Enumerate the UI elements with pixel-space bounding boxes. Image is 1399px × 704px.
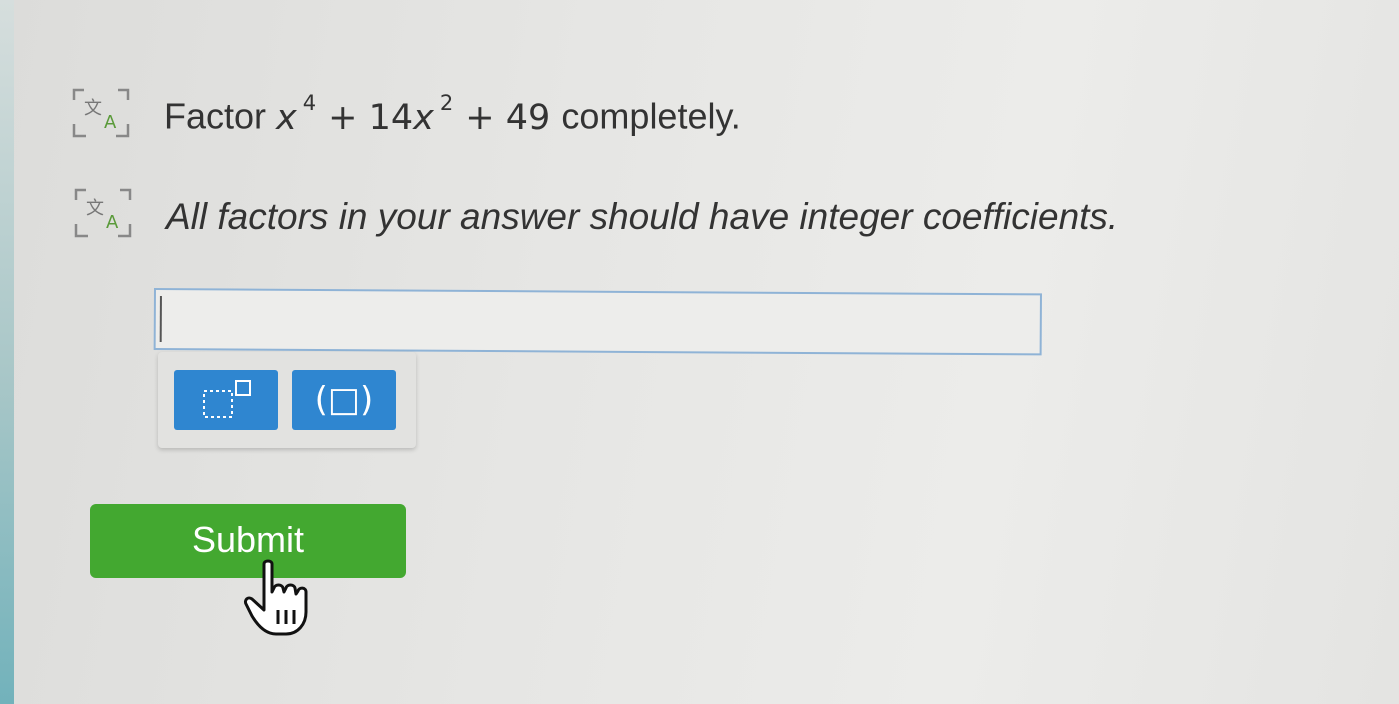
svg-text:A: A	[106, 212, 119, 233]
svg-text:文: 文	[86, 198, 104, 219]
text-caret	[159, 296, 162, 343]
variable-x: x	[413, 97, 434, 138]
svg-text:文: 文	[84, 98, 102, 119]
coefficient-14: 14	[368, 97, 414, 138]
submit-label: Submit	[191, 518, 305, 560]
constant-49: 49	[505, 97, 551, 138]
question-suffix: completely.	[561, 95, 741, 137]
plus-sign: +	[465, 97, 495, 138]
exponent-button[interactable]	[174, 370, 278, 430]
instruction-text: All factors in your answer should have i…	[166, 196, 1119, 237]
parentheses-button[interactable]: (□)	[292, 370, 396, 430]
svg-text:A: A	[104, 112, 117, 133]
answer-input[interactable]	[153, 288, 1042, 356]
hand-pointer-icon	[244, 559, 308, 636]
translate-icon[interactable]: 文 A	[72, 186, 134, 240]
exponent-2: 2	[439, 91, 454, 115]
left-edge-strip	[0, 0, 14, 704]
polynomial-expression: x 4 + 14x 2 + 49	[276, 91, 561, 138]
variable-x: x	[276, 97, 297, 138]
translate-icon[interactable]: 文 A	[70, 86, 132, 140]
question-prefix: Factor	[164, 95, 267, 137]
exponent-template-icon	[203, 380, 251, 418]
question-text: Factor x 4 + 14x 2 + 49 completely.	[164, 82, 741, 145]
exponent-4: 4	[302, 91, 317, 115]
plus-sign: +	[328, 97, 358, 138]
parentheses-label: (□)	[314, 380, 374, 420]
math-toolbox: (□)	[158, 352, 416, 448]
